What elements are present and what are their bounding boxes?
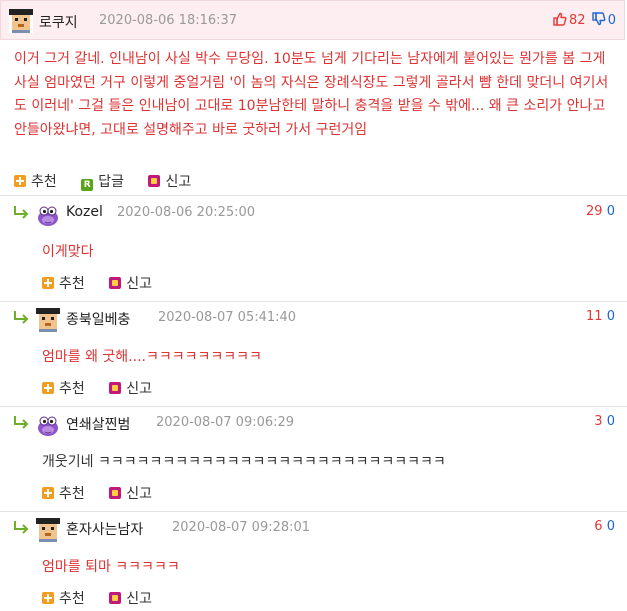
reply-upvote-count[interactable]: 29 bbox=[586, 204, 603, 219]
report-icon bbox=[109, 382, 122, 394]
comment-section: 로쿠지 2020-08-06 18:16:37 82 0 이거 그거 갈네. 인… bbox=[0, 0, 627, 611]
main-comment-header: 로쿠지 2020-08-06 18:16:37 82 0 bbox=[0, 0, 625, 40]
reply-upvote-count[interactable]: 6 bbox=[594, 519, 602, 534]
report-button[interactable]: 신고 bbox=[109, 588, 152, 608]
reply-text: 개웃기네 ㅋㅋㅋㅋㅋㅋㅋㅋㅋㅋㅋㅋㅋㅋㅋㅋㅋㅋㅋㅋㅋㅋㅋㅋㅋㅋㅋ bbox=[42, 454, 446, 470]
reply-arrow-icon bbox=[14, 521, 29, 534]
report-icon bbox=[109, 592, 122, 604]
reply-downvote-count[interactable]: 0 bbox=[607, 519, 615, 534]
reply-arrow-icon bbox=[14, 416, 29, 429]
pixel-face-avatar-icon bbox=[36, 308, 60, 332]
reply-upvote-count[interactable]: 3 bbox=[594, 414, 602, 429]
reply-item: 종북일베충 2020-08-07 05:41:40 11 0 엄마를 왜 굿해.… bbox=[0, 302, 627, 406]
plus-icon bbox=[42, 277, 54, 289]
recommend-button[interactable]: 추천 bbox=[14, 171, 57, 191]
thumbs-up-icon[interactable] bbox=[553, 12, 567, 26]
reply-votes: 29 0 bbox=[586, 204, 615, 219]
recommend-label: 추천 bbox=[59, 486, 85, 502]
plus-icon bbox=[14, 175, 26, 187]
report-label: 신고 bbox=[126, 591, 152, 607]
reply-arrow-icon bbox=[14, 206, 29, 219]
reply-label: 답글 bbox=[98, 174, 124, 190]
pixel-face-avatar-icon bbox=[9, 9, 33, 33]
recommend-label: 추천 bbox=[59, 591, 85, 607]
reply-text: 엄마를 퇴마 ㅋㅋㅋㅋㅋ bbox=[42, 559, 180, 575]
reply-nickname[interactable]: 혼자사는남자 bbox=[66, 519, 143, 539]
reply-downvote-count[interactable]: 0 bbox=[607, 309, 615, 324]
divider bbox=[0, 195, 627, 196]
purple-monster-avatar-icon bbox=[38, 416, 58, 436]
reply-actions: 추천 신고 bbox=[42, 273, 172, 293]
reply-upvote-count[interactable]: 11 bbox=[586, 309, 603, 324]
reply-actions: 추천 신고 bbox=[42, 378, 172, 398]
reply-votes: 11 0 bbox=[586, 309, 615, 324]
report-button[interactable]: 신고 bbox=[109, 378, 152, 398]
recommend-label: 추천 bbox=[31, 174, 57, 190]
main-downvote-count: 0 bbox=[607, 13, 616, 28]
main-comment-body: 이거 그거 갈네. 인내남이 사실 박수 무당임. 10분도 넘게 기다리는 남… bbox=[14, 51, 609, 138]
report-label: 신고 bbox=[126, 276, 152, 292]
report-label: 신고 bbox=[126, 381, 152, 397]
reply-actions: 추천 신고 bbox=[42, 483, 172, 503]
reply-text: 엄마를 왜 굿해....ㅋㅋㅋㅋㅋㅋㅋㅋㅋ bbox=[42, 349, 262, 365]
report-button[interactable]: 신고 bbox=[148, 171, 191, 191]
reply-icon: R bbox=[81, 179, 94, 191]
thumbs-down-icon[interactable] bbox=[592, 12, 606, 26]
plus-icon bbox=[42, 382, 54, 394]
main-comment-votes: 82 0 bbox=[551, 12, 616, 28]
reply-item: Kozel 2020-08-06 20:25:00 29 0 이게맞다 추천 신… bbox=[0, 197, 627, 301]
reply-date: 2020-08-07 05:41:40 bbox=[158, 310, 297, 325]
recommend-label: 추천 bbox=[59, 276, 85, 292]
reply-text: 이게맞다 bbox=[42, 244, 94, 260]
reply-arrow-icon bbox=[14, 311, 29, 324]
reply-button[interactable]: R 답글 bbox=[81, 171, 124, 191]
report-button[interactable]: 신고 bbox=[109, 273, 152, 293]
reply-item: 연쇄살찐범 2020-08-07 09:06:29 3 0 개웃기네 ㅋㅋㅋㅋㅋ… bbox=[0, 407, 627, 511]
recommend-button[interactable]: 추천 bbox=[42, 483, 85, 503]
plus-icon bbox=[42, 487, 54, 499]
report-icon bbox=[109, 277, 122, 289]
main-comment-actions: 추천 R 답글 신고 bbox=[14, 171, 211, 191]
plus-icon bbox=[42, 592, 54, 604]
recommend-button[interactable]: 추천 bbox=[42, 378, 85, 398]
purple-monster-avatar-icon bbox=[38, 206, 58, 226]
reply-date: 2020-08-07 09:06:29 bbox=[156, 415, 295, 430]
pixel-face-avatar-icon bbox=[36, 518, 60, 542]
reply-votes: 6 0 bbox=[594, 519, 615, 534]
report-label: 신고 bbox=[165, 174, 192, 190]
recommend-label: 추천 bbox=[59, 381, 85, 397]
reply-date: 2020-08-07 09:28:01 bbox=[172, 520, 311, 535]
report-label: 신고 bbox=[126, 486, 152, 502]
report-button[interactable]: 신고 bbox=[109, 483, 152, 503]
reply-nickname[interactable]: 연쇄살찐범 bbox=[66, 414, 130, 434]
report-icon bbox=[148, 175, 161, 187]
reply-nickname[interactable]: Kozel bbox=[66, 204, 103, 220]
reply-downvote-count[interactable]: 0 bbox=[607, 204, 615, 219]
recommend-button[interactable]: 추천 bbox=[42, 273, 85, 293]
report-icon bbox=[109, 487, 122, 499]
main-upvote-count: 82 bbox=[569, 13, 586, 28]
reply-votes: 3 0 bbox=[594, 414, 615, 429]
reply-actions: 추천 신고 bbox=[42, 588, 172, 608]
main-comment-nickname[interactable]: 로쿠지 bbox=[39, 12, 78, 32]
reply-nickname[interactable]: 종북일베충 bbox=[66, 309, 130, 329]
reply-item: 혼자사는남자 2020-08-07 09:28:01 6 0 엄마를 퇴마 ㅋㅋ… bbox=[0, 512, 627, 611]
main-comment-date: 2020-08-06 18:16:37 bbox=[99, 13, 238, 28]
reply-date: 2020-08-06 20:25:00 bbox=[117, 205, 256, 220]
recommend-button[interactable]: 추천 bbox=[42, 588, 85, 608]
reply-downvote-count[interactable]: 0 bbox=[607, 414, 615, 429]
